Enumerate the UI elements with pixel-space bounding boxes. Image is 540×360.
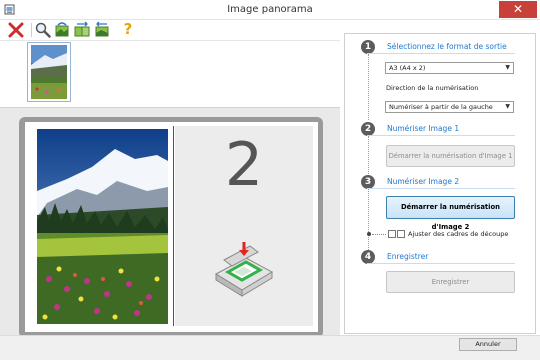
adjust-crop-checkbox-a[interactable]: [388, 230, 396, 238]
scan-image-2-button[interactable]: Démarrer la numérisation d'Image 2: [386, 196, 515, 231]
step-2-number: 2: [361, 122, 375, 136]
step-2-title: Numériser Image 1: [387, 124, 460, 133]
cancel-button[interactable]: Annuler: [459, 338, 517, 351]
scan-direction-label: Direction de la numérisation: [386, 84, 479, 92]
output-format-value: A3 (A4 x 2): [389, 64, 426, 72]
thumbnail-image[interactable]: [31, 45, 67, 99]
step-connector: [368, 54, 369, 120]
scan-direction-value: Numériser à partir de la gauche: [389, 103, 493, 111]
adjust-crop-label: Ajuster des cadres de découpe: [408, 230, 509, 238]
step-3-title: Numériser Image 2: [387, 177, 460, 186]
toolbar-separator: [31, 23, 32, 37]
step-underline: [367, 53, 515, 54]
scanner-icon: [214, 242, 274, 297]
output-format-select[interactable]: A3 (A4 x 2) ▼: [385, 62, 514, 74]
swap-direction-icon[interactable]: [93, 21, 111, 39]
step-3-number: 3: [361, 175, 375, 189]
chevron-down-icon: ▼: [505, 64, 510, 71]
pane-divider: [173, 126, 174, 326]
step-1-number: 1: [361, 40, 375, 54]
delete-icon[interactable]: [7, 21, 25, 39]
scan-image-1-button[interactable]: Démarrer la numérisation d'Image 1: [386, 145, 515, 167]
help-icon[interactable]: ?: [121, 20, 135, 38]
checkbox-bullet: [367, 232, 371, 236]
scan-direction-select[interactable]: Numériser à partir de la gauche ▼: [385, 101, 514, 113]
zoom-icon[interactable]: [34, 21, 52, 39]
step-1-title: Sélectionnez le format de sortie: [387, 42, 507, 51]
step-underline: [367, 135, 515, 136]
step-connector: [368, 189, 369, 250]
checkbox-connector: [372, 234, 386, 235]
rotate-icon[interactable]: [53, 21, 71, 39]
step-underline: [367, 263, 515, 264]
step-4-title: Enregistrer: [387, 252, 429, 261]
next-image-number: 2: [224, 130, 264, 200]
scanned-image-1: [37, 129, 168, 324]
step-4-number: 4: [361, 250, 375, 264]
adjust-crop-checkbox[interactable]: [397, 230, 405, 238]
chevron-down-icon: ▼: [505, 103, 510, 110]
window-title: Image panorama: [227, 4, 313, 15]
close-button[interactable]: ✕: [499, 1, 537, 18]
step-underline: [367, 188, 515, 189]
save-button[interactable]: Enregistrer: [386, 271, 515, 293]
swap-images-icon[interactable]: [73, 21, 91, 39]
step-connector: [368, 136, 369, 174]
